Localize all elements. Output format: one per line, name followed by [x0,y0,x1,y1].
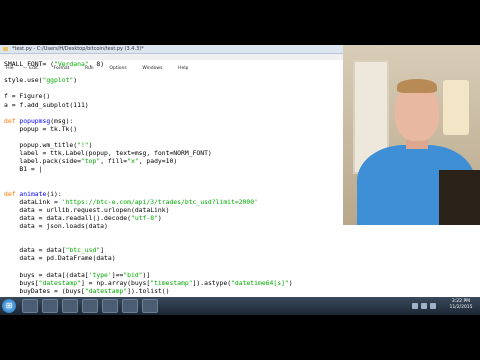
code-line[interactable]: buyDates = (buys["datestamp"]).tolist() [4,287,169,295]
tray-network-icon[interactable] [412,303,418,309]
code-line[interactable]: dataLink = 'https://btc-e.com/api/3/trad… [4,198,258,206]
code-line[interactable]: buys["datestamp"] = np.array(buys["times… [4,279,292,287]
code-line[interactable]: label.pack(side="top", fill="x", pady=10… [4,158,177,165]
code-line[interactable]: a = f.add_subplot(111) [4,101,89,109]
taskbar: ⊞ 3:22 PM 11/2/2015 [0,297,480,315]
tray-volume-icon[interactable] [421,303,427,309]
window-title: *test.py - C:/Users/H/Desktop/bitcoin/te… [12,46,144,52]
tray-flag-icon[interactable] [430,303,436,309]
code-line[interactable]: def popupmsg(msg): [4,117,73,125]
taskbar-app-icon[interactable] [102,299,118,313]
webcam-overlay [343,45,480,225]
taskbar-app2-icon[interactable] [122,299,138,313]
webcam-lamp [443,80,469,135]
code-line[interactable]: SMALL_FONT= ("Verdana", 8) [4,61,104,68]
code-line[interactable]: style.use("ggplot") [4,77,77,84]
code-line[interactable]: def animate(i): [4,190,62,198]
taskbar-app3-icon[interactable] [142,299,158,313]
taskbar-folder-icon[interactable] [22,299,38,313]
code-line[interactable]: popup = tk.Tk() [4,125,77,133]
code-line[interactable]: data = data["btc_usd"] [4,247,104,254]
code-line[interactable]: data = urllib.request.urlopen(dataLink) [4,206,169,214]
code-line[interactable]: popup.wm_title("!") [4,142,92,149]
taskbar-browser-icon[interactable] [42,299,58,313]
code-line[interactable]: data = pd.DataFrame(data) [4,255,115,262]
python-file-icon [3,47,8,51]
taskbar-media-icon[interactable] [62,299,78,313]
clock-date: 11/2/2015 [449,305,473,310]
desktop-screen: *test.py - C:/Users/H/Desktop/bitcoin/te… [0,45,480,315]
windows-start-icon[interactable]: ⊞ [2,299,16,313]
code-line[interactable]: buys = data[(data['type']=="bid")] [4,271,150,279]
taskbar-python-icon[interactable] [82,299,98,313]
tray-clock[interactable]: 3:22 PM 11/2/2015 [446,299,476,311]
code-line[interactable]: data = json.loads(data) [4,223,108,230]
code-line[interactable]: label = ttk.Label(popup, text=msg, font=… [4,150,211,157]
code-line[interactable]: data = data.readall().decode("utf-8") [4,214,161,222]
code-line[interactable]: f = Figure() [4,93,50,100]
code-line[interactable]: B1 = | [4,166,42,173]
